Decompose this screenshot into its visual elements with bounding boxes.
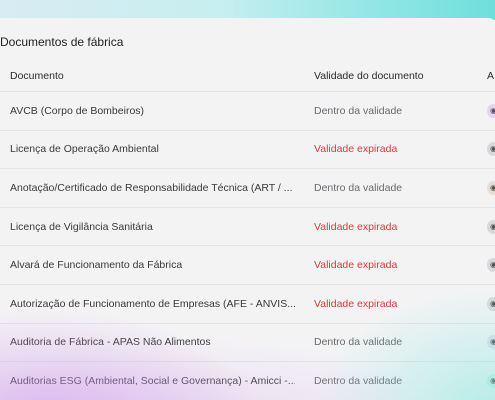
column-header-validade[interactable]: Validade do documento xyxy=(314,60,464,91)
row-action-cell[interactable]: ◉ xyxy=(487,246,495,284)
action-icon[interactable]: ◉ xyxy=(487,258,495,273)
document-name: Auditorias ESG (Ambiental, Social e Gove… xyxy=(10,374,295,387)
table-row[interactable]: Licença de Operação Ambiental Validade e… xyxy=(0,131,495,170)
document-name: Licença de Vigilância Sanitária xyxy=(10,220,153,233)
column-header-documento[interactable]: Documento xyxy=(10,60,295,91)
section-title: Documentos de fábrica xyxy=(0,35,124,49)
document-validity-status: Validade expirada xyxy=(314,297,398,310)
document-name: Alvará de Funcionamento da Fábrica xyxy=(10,259,183,272)
row-action-cell[interactable]: ◉ xyxy=(487,92,495,130)
factory-documents-card: Documentos de fábrica Documento Validade… xyxy=(0,18,495,400)
table-row[interactable]: Auditoria de Fábrica - APAS Não Alimento… xyxy=(0,324,495,363)
row-action-cell[interactable]: ◉ xyxy=(487,208,495,246)
row-action-cell[interactable]: ◉ xyxy=(487,285,495,323)
action-icon[interactable]: ◉ xyxy=(487,219,495,234)
action-icon[interactable]: ◉ xyxy=(487,296,495,311)
document-validity-status: Dentro da validade xyxy=(314,336,403,349)
table-header-row: Documento Validade do documento A xyxy=(0,60,495,92)
table-row[interactable]: Auditorias ESG (Ambiental, Social e Gove… xyxy=(0,362,495,400)
document-name: Licença de Operação Ambiental xyxy=(10,143,159,156)
row-action-cell[interactable]: ◉ xyxy=(487,131,495,169)
document-validity-status: Validade expirada xyxy=(314,259,398,272)
action-icon[interactable]: ◉ xyxy=(487,103,495,118)
header-gradient-background xyxy=(0,0,495,20)
action-icon[interactable]: ◉ xyxy=(487,142,495,157)
row-action-cell[interactable]: ◉ xyxy=(487,169,495,207)
action-icon[interactable]: ◉ xyxy=(487,373,495,388)
document-validity-status: Validade expirada xyxy=(314,220,398,233)
action-icon[interactable]: ◉ xyxy=(487,180,495,195)
document-name: AVCB (Corpo de Bombeiros) xyxy=(10,104,145,117)
document-validity-status: Validade expirada xyxy=(314,143,398,156)
row-action-cell[interactable]: ◉ xyxy=(487,362,495,400)
document-validity-status: Dentro da validade xyxy=(314,104,403,117)
document-validity-status: Dentro da validade xyxy=(314,181,403,194)
table-row[interactable]: Anotação/Certificado de Responsabilidade… xyxy=(0,169,495,208)
document-name: Anotação/Certificado de Responsabilidade… xyxy=(10,181,293,194)
document-name: Auditoria de Fábrica - APAS Não Alimento… xyxy=(10,336,211,349)
documents-table: Documento Validade do documento A AVCB (… xyxy=(0,60,495,400)
table-row[interactable]: Alvará de Funcionamento da Fábrica Valid… xyxy=(0,246,495,285)
column-header-actions[interactable]: A xyxy=(487,60,495,91)
action-icon[interactable]: ◉ xyxy=(487,335,495,350)
document-validity-status: Dentro da validade xyxy=(314,374,403,387)
table-row[interactable]: Licença de Vigilância Sanitária Validade… xyxy=(0,208,495,247)
row-action-cell[interactable]: ◉ xyxy=(487,324,495,362)
table-row[interactable]: Autorização de Funcionamento de Empresas… xyxy=(0,285,495,324)
document-name: Autorização de Funcionamento de Empresas… xyxy=(10,297,295,310)
table-row[interactable]: AVCB (Corpo de Bombeiros) Dentro da vali… xyxy=(0,92,495,131)
